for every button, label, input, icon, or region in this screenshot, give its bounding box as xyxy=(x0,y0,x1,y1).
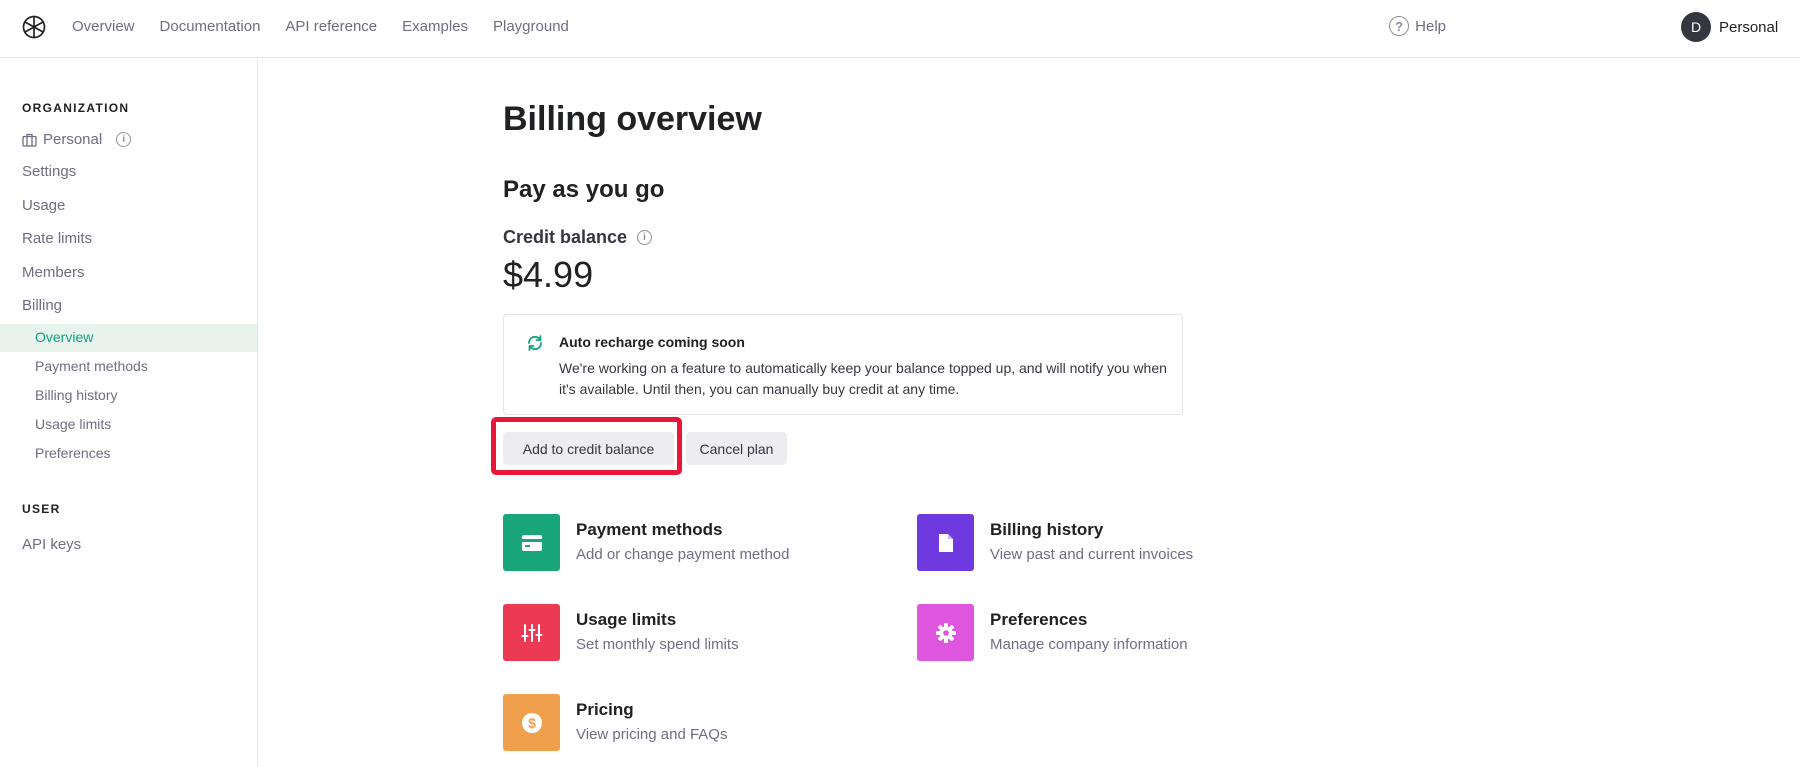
page-title: Billing overview xyxy=(503,100,762,138)
credit-balance-text: Credit balance xyxy=(503,227,628,247)
avatar: D xyxy=(1681,12,1711,42)
sliders-icon xyxy=(503,604,560,661)
card-title: Usage limits xyxy=(576,610,677,629)
nav-playground[interactable]: Playground xyxy=(493,18,569,36)
plan-title: Pay as you go xyxy=(503,176,665,203)
briefcase-icon xyxy=(22,133,37,147)
info-icon[interactable]: i xyxy=(637,230,653,245)
main-nav: Overview Documentation API reference Exa… xyxy=(72,18,594,36)
gear-icon xyxy=(917,604,974,661)
cancel-plan-button[interactable]: Cancel plan xyxy=(686,432,787,465)
add-to-credit-balance-button[interactable]: Add to credit balance xyxy=(503,432,674,465)
card-title: Preferences xyxy=(990,610,1088,629)
sidebar-item-billing[interactable]: Billing xyxy=(22,297,62,314)
org-selector[interactable]: Personal i xyxy=(22,131,132,148)
help-label: Help xyxy=(1415,17,1446,35)
nav-api-reference[interactable]: API reference xyxy=(285,18,377,36)
card-title: Billing history xyxy=(990,520,1104,539)
info-icon[interactable]: i xyxy=(116,132,132,147)
credit-balance-label: Credit balance i xyxy=(503,227,653,248)
sidebar-item-settings[interactable]: Settings xyxy=(22,163,76,180)
refresh-icon xyxy=(528,335,542,351)
sidebar-item-usage[interactable]: Usage xyxy=(22,197,65,214)
sidebar-subitem-preferences[interactable]: Preferences xyxy=(35,445,110,461)
credit-card-icon xyxy=(503,514,560,571)
sidebar-subitem-overview[interactable]: Overview xyxy=(35,329,93,345)
org-name: Personal xyxy=(43,131,103,148)
nav-documentation[interactable]: Documentation xyxy=(160,18,261,36)
credit-balance-value: $4.99 xyxy=(503,254,594,295)
dollar-icon: $ xyxy=(503,694,560,751)
nav-overview[interactable]: Overview xyxy=(72,18,135,36)
sidebar-subitem-payment-methods[interactable]: Payment methods xyxy=(35,358,148,374)
card-title: Payment methods xyxy=(576,520,723,539)
sidebar-item-rate-limits[interactable]: Rate limits xyxy=(22,230,92,247)
openai-logo-icon[interactable] xyxy=(21,14,47,40)
nav-examples[interactable]: Examples xyxy=(402,18,468,36)
sidebar-item-members[interactable]: Members xyxy=(22,264,85,281)
card-desc: Set monthly spend limits xyxy=(576,636,739,653)
card-desc: Manage company information xyxy=(990,636,1188,653)
account-label: Personal xyxy=(1719,18,1779,36)
notice-body: We're working on a feature to automatica… xyxy=(559,360,1167,397)
sidebar-subitem-billing-history[interactable]: Billing history xyxy=(35,387,117,403)
svg-text:$: $ xyxy=(528,715,536,731)
help-link[interactable]: ? Help xyxy=(1389,16,1446,36)
card-desc: View pricing and FAQs xyxy=(576,726,728,743)
auto-recharge-notice: Auto recharge coming soon We're working … xyxy=(503,314,1183,415)
card-desc: View past and current invoices xyxy=(990,546,1194,563)
card-title: Pricing xyxy=(576,700,634,719)
top-navbar: Overview Documentation API reference Exa… xyxy=(0,0,1800,58)
account-menu[interactable]: D Personal xyxy=(1681,12,1778,42)
organization-heading: ORGANIZATION xyxy=(22,101,130,115)
user-heading: USER xyxy=(22,502,61,516)
question-circle-icon: ? xyxy=(1389,16,1410,36)
sidebar: ORGANIZATION Personal i Settings Usage R… xyxy=(0,59,258,767)
card-desc: Add or change payment method xyxy=(576,546,790,563)
sidebar-subitem-usage-limits[interactable]: Usage limits xyxy=(35,416,111,432)
document-icon xyxy=(917,514,974,571)
notice-title: Auto recharge coming soon xyxy=(559,334,745,350)
sidebar-item-api-keys[interactable]: API keys xyxy=(22,536,81,553)
